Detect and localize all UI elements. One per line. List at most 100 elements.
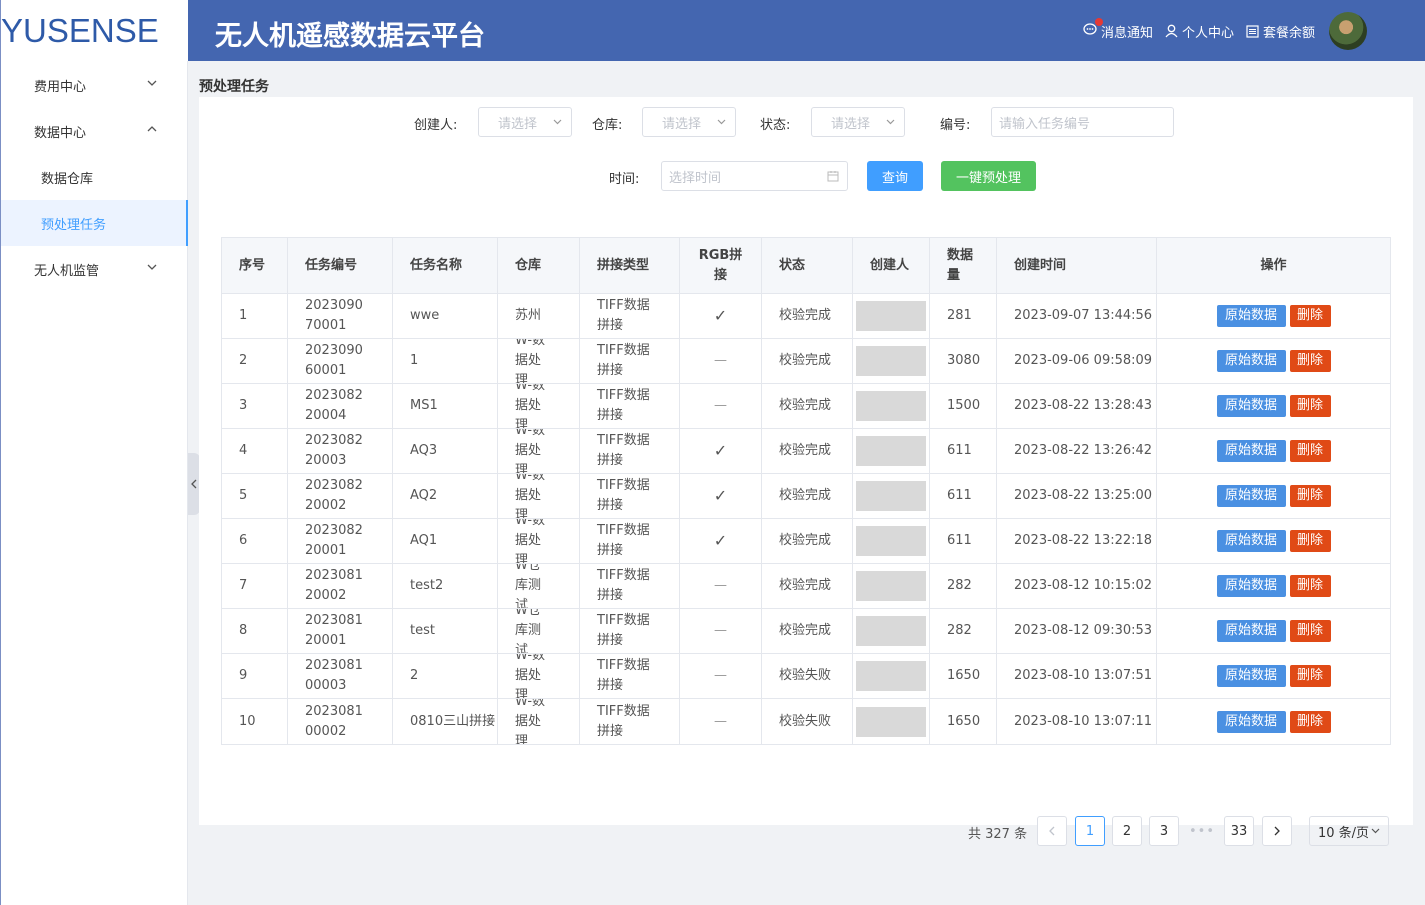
row-rgb-status: — bbox=[680, 609, 762, 653]
notification-dot bbox=[1094, 18, 1103, 26]
delete-button[interactable]: 删除 bbox=[1289, 575, 1331, 597]
column-header-actions[interactable]: 操作 bbox=[1157, 238, 1390, 293]
user-icon bbox=[1165, 24, 1178, 38]
status-select[interactable]: 请选择 bbox=[811, 107, 905, 137]
sidebar-item-data-center[interactable]: 数据中心 bbox=[1, 108, 188, 154]
raw-data-button[interactable]: 原始数据 bbox=[1216, 305, 1286, 327]
redacted-creator-box bbox=[856, 706, 926, 737]
row-warehouse: 苏州 bbox=[498, 294, 580, 338]
delete-button[interactable]: 删除 bbox=[1289, 395, 1331, 417]
raw-data-button[interactable]: 原始数据 bbox=[1216, 710, 1286, 733]
row-creator bbox=[853, 294, 930, 338]
page-title: 预处理任务 bbox=[199, 79, 269, 95]
column-header-count[interactable]: 数据量 bbox=[930, 238, 997, 293]
row-rgb-status: ✓ bbox=[680, 519, 762, 563]
row-task-name: 2 bbox=[393, 654, 498, 698]
pagination-ellipsis[interactable]: ••• bbox=[1187, 816, 1217, 846]
sidebar-item-data-warehouse[interactable]: 数据仓库 bbox=[1, 154, 188, 200]
column-header-creator[interactable]: 创建人 bbox=[853, 238, 930, 293]
page-button-2[interactable]: 2 bbox=[1112, 816, 1142, 846]
avatar[interactable] bbox=[1329, 12, 1367, 50]
sidebar-item-drone-monitor[interactable]: 无人机监管 bbox=[1, 246, 188, 292]
prev-page-button[interactable] bbox=[1037, 816, 1067, 846]
page-button-3[interactable]: 3 bbox=[1149, 816, 1179, 846]
creator-select[interactable]: 请选择 bbox=[478, 107, 572, 137]
sidebar-item-preprocess-tasks[interactable]: 预处理任务 bbox=[1, 200, 188, 246]
column-header-task-name[interactable]: 任务名称 bbox=[393, 238, 498, 293]
row-task-number: 202308220001 bbox=[288, 519, 393, 563]
raw-data-button[interactable]: 原始数据 bbox=[1216, 350, 1286, 372]
row-actions: 原始数据 删除 bbox=[1157, 654, 1390, 698]
batch-preprocess-button[interactable]: 一键预处理 bbox=[941, 161, 1036, 191]
redacted-creator-box bbox=[856, 616, 926, 646]
row-splice-type: TIFF数据拼接 bbox=[580, 519, 680, 563]
column-header-status[interactable]: 状态 bbox=[762, 238, 853, 293]
warehouse-select[interactable]: 请选择 bbox=[642, 107, 736, 137]
row-warehouse: W仓库测试 bbox=[498, 564, 580, 608]
raw-data-button[interactable]: 原始数据 bbox=[1216, 440, 1286, 462]
delete-button[interactable]: 删除 bbox=[1289, 305, 1331, 327]
column-header-rgb[interactable]: RGB拼接 bbox=[680, 238, 762, 293]
main-content: 预处理任务 创建人: 请选择 仓库: 请选择 状态: 请选择 编号: 请输入任务… bbox=[188, 61, 1425, 905]
page-button-last[interactable]: 33 bbox=[1224, 816, 1254, 846]
row-splice-type: TIFF数据拼接 bbox=[580, 429, 680, 473]
row-created-time: 2023-08-10 13:07:51 bbox=[997, 654, 1157, 698]
row-index: 4 bbox=[222, 429, 288, 473]
row-splice-type: TIFF数据拼接 bbox=[580, 564, 680, 608]
delete-button[interactable]: 删除 bbox=[1289, 620, 1331, 642]
chevron-up-icon bbox=[147, 126, 157, 132]
column-header-task-no[interactable]: 任务编号 bbox=[288, 238, 393, 293]
delete-button[interactable]: 删除 bbox=[1289, 440, 1331, 462]
notifications-link[interactable]: 消息通知 bbox=[1083, 18, 1153, 41]
row-data-count: 611 bbox=[930, 519, 997, 563]
column-header-created[interactable]: 创建时间 bbox=[997, 238, 1157, 293]
row-task-name: test bbox=[393, 609, 498, 653]
delete-button[interactable]: 删除 bbox=[1289, 350, 1331, 372]
logo[interactable]: YUSENSE bbox=[0, 0, 188, 61]
page-button-1[interactable]: 1 bbox=[1075, 816, 1105, 846]
column-header-splice-type[interactable]: 拼接类型 bbox=[580, 238, 680, 293]
row-task-number: 202308120002 bbox=[288, 564, 393, 608]
row-task-name: test2 bbox=[393, 564, 498, 608]
row-data-count: 611 bbox=[930, 474, 997, 518]
profile-label: 个人中心 bbox=[1181, 25, 1234, 41]
next-page-button[interactable] bbox=[1262, 816, 1292, 846]
row-creator bbox=[853, 519, 930, 563]
redacted-creator-box bbox=[856, 526, 926, 556]
time-picker[interactable]: 选择时间 bbox=[661, 161, 848, 191]
sidebar-item-label: 数据中心 bbox=[34, 125, 87, 141]
sidebar-item-label: 费用中心 bbox=[34, 79, 87, 95]
row-task-name: AQ1 bbox=[393, 519, 498, 563]
redacted-creator-box bbox=[856, 346, 926, 376]
chevron-down-icon bbox=[1371, 828, 1380, 834]
row-status: 校验完成 bbox=[762, 564, 853, 608]
pagination-total: 共 327 条 bbox=[968, 827, 1028, 842]
row-data-count: 611 bbox=[930, 429, 997, 473]
row-index: 8 bbox=[222, 609, 288, 653]
raw-data-button[interactable]: 原始数据 bbox=[1216, 575, 1286, 597]
raw-data-button[interactable]: 原始数据 bbox=[1216, 485, 1286, 507]
task-number-input[interactable]: 请输入任务编号 bbox=[991, 107, 1174, 137]
raw-data-button[interactable]: 原始数据 bbox=[1216, 620, 1286, 642]
sidebar-item-label: 数据仓库 bbox=[41, 171, 94, 187]
table-row: 7 202308120002 test2 W仓库测试 TIFF数据拼接 — 校验完成 282 2… bbox=[222, 564, 1390, 609]
table-row: 2 202309060001 1 W-数据处理 TIFF数据拼接 — 校验完成 3080 202… bbox=[222, 339, 1390, 384]
row-actions: 原始数据 删除 bbox=[1157, 609, 1390, 653]
row-data-count: 1650 bbox=[930, 654, 997, 698]
sidebar-item-billing[interactable]: 费用中心 bbox=[1, 62, 188, 108]
chevron-down-icon bbox=[553, 119, 562, 125]
raw-data-button[interactable]: 原始数据 bbox=[1216, 395, 1286, 417]
plan-balance-link[interactable]: 套餐余额 bbox=[1246, 22, 1315, 41]
profile-link[interactable]: 个人中心 bbox=[1165, 22, 1234, 41]
column-header-warehouse[interactable]: 仓库 bbox=[498, 238, 580, 293]
column-header-index[interactable]: 序号 bbox=[222, 238, 288, 293]
page-size-select[interactable]: 10 条/页 bbox=[1309, 816, 1389, 846]
delete-button[interactable]: 删除 bbox=[1289, 530, 1331, 552]
delete-button[interactable]: 删除 bbox=[1289, 485, 1331, 507]
delete-button[interactable]: 删除 bbox=[1289, 710, 1331, 733]
redacted-creator-box bbox=[856, 301, 926, 331]
query-button[interactable]: 查询 bbox=[867, 161, 923, 191]
raw-data-button[interactable]: 原始数据 bbox=[1216, 530, 1286, 552]
delete-button[interactable]: 删除 bbox=[1289, 665, 1331, 687]
raw-data-button[interactable]: 原始数据 bbox=[1216, 665, 1286, 687]
